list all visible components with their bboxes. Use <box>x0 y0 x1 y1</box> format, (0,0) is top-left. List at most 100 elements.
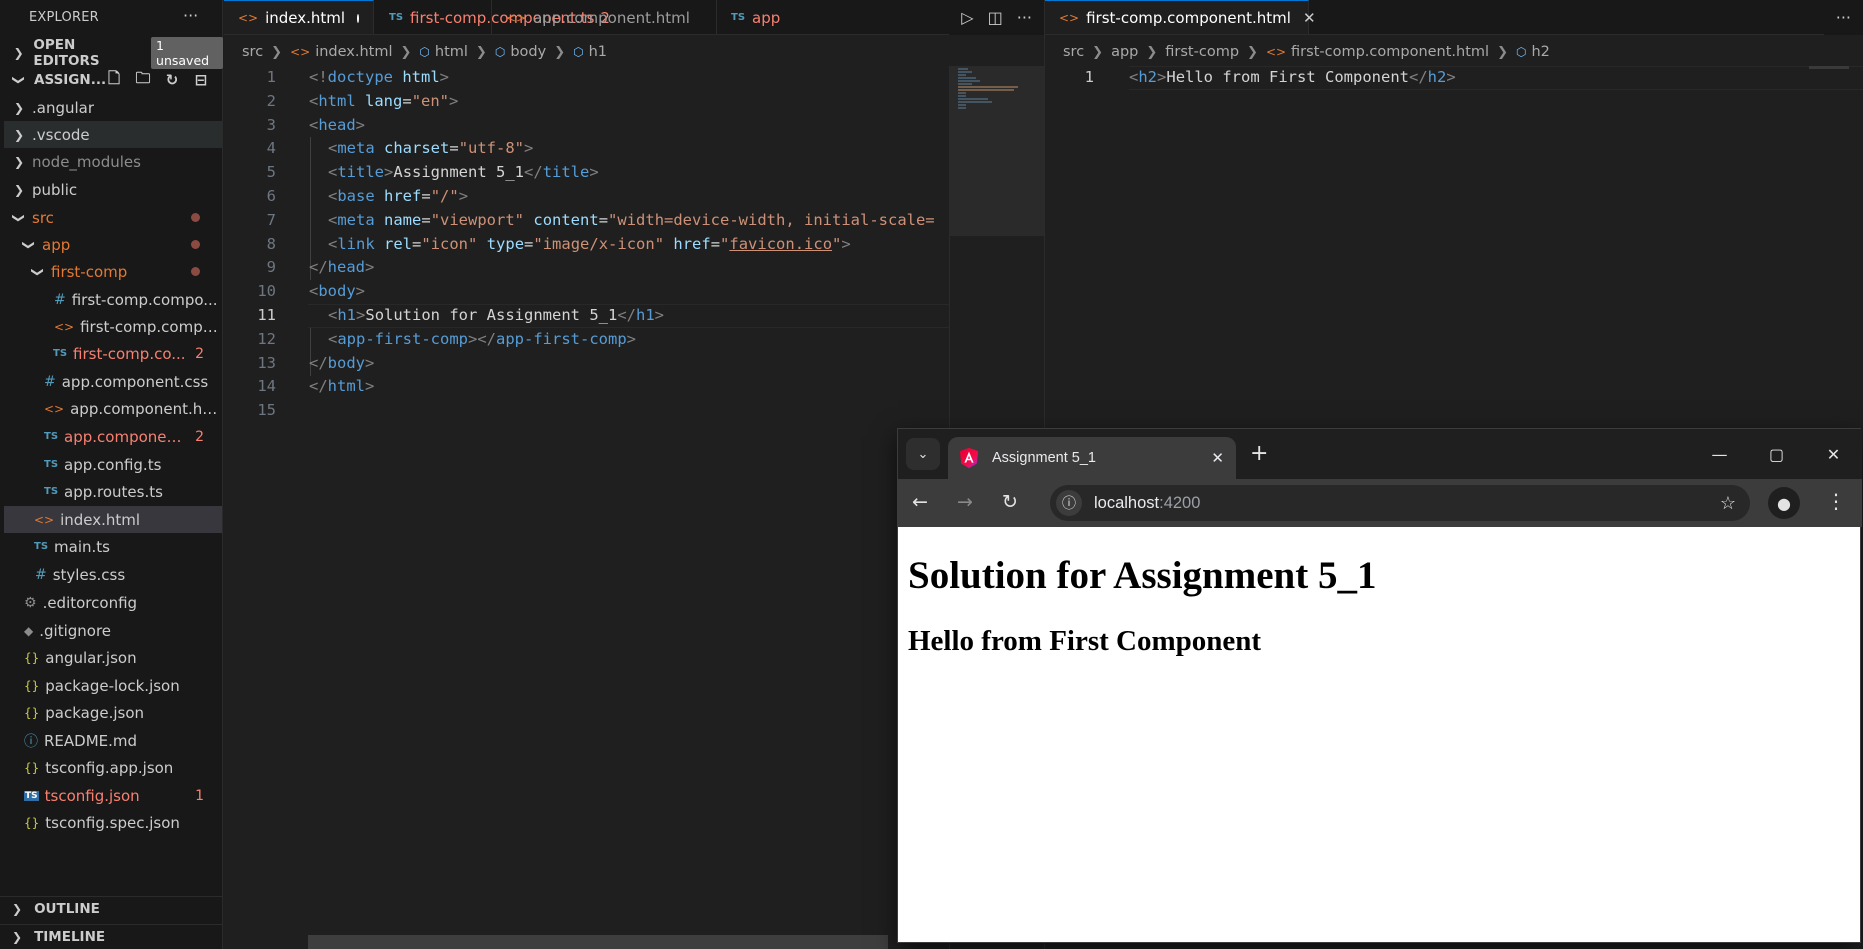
more-actions-icon[interactable]: ··· <box>183 6 198 25</box>
code-line: 8 <link rel="icon" type="image/x-icon" hr… <box>224 233 944 257</box>
browser-menu-icon[interactable]: ⋮ <box>1826 489 1846 513</box>
tree-file-editorconfig[interactable]: ⚙ .editorconfig <box>4 589 222 616</box>
tree-file-first-comp-html[interactable]: <> first-comp.compo... <box>4 313 222 340</box>
profile-avatar-icon[interactable]: ● <box>1768 487 1800 519</box>
breadcrumb-item[interactable]: first-comp <box>1165 44 1239 60</box>
breadcrumb: src ❯ app ❯ first-comp ❯ <> first-comp.c… <box>1045 36 1550 68</box>
code-line-current: 11 <h1>Solution for Assignment 5_1</h1> <box>224 303 1144 328</box>
site-info-icon[interactable]: ⓘ <box>1056 490 1082 516</box>
tab-search-button[interactable]: ⌄ <box>906 438 940 470</box>
tree-file-first-comp-ts[interactable]: TS first-comp.co... 2 <box>4 340 222 367</box>
favicon-link[interactable]: favicon.ico <box>729 235 832 253</box>
tree-folder-app[interactable]: ❯ app <box>4 231 222 258</box>
refresh-icon[interactable]: ↻ <box>162 71 182 89</box>
line-number: 9 <box>266 258 276 277</box>
html-brackets-icon: <> <box>290 45 311 59</box>
more-actions-icon[interactable]: ··· <box>1017 8 1032 27</box>
minimap-line <box>958 92 966 94</box>
tree-file-app-routes[interactable]: TS app.routes.ts <box>4 478 222 505</box>
tree-file-styles-css[interactable]: # styles.css <box>4 561 222 588</box>
element-cube-icon: ⬡ <box>573 45 584 59</box>
breadcrumb-item[interactable]: src <box>1063 44 1084 60</box>
code-line: 10 <body> <box>224 280 944 304</box>
element-cube-icon: ⬡ <box>419 45 430 59</box>
new-file-icon[interactable]: 🗋 <box>104 68 124 93</box>
breadcrumb-item[interactable]: h2 <box>1531 44 1549 60</box>
tree-file-gitignore[interactable]: ◆ .gitignore <box>4 617 222 644</box>
tree-file-app-config[interactable]: TS app.config.ts <box>4 451 222 478</box>
tree-folder-node-modules[interactable]: ❯ node_modules <box>4 148 222 175</box>
tree-file-package-json[interactable]: {} package.json <box>4 699 222 726</box>
tree-folder-public[interactable]: ❯ public <box>4 176 222 203</box>
new-folder-icon[interactable]: 🗀 <box>133 68 153 93</box>
code-line: 9 </head> <box>224 256 944 280</box>
back-icon[interactable]: ← <box>912 491 928 513</box>
new-tab-icon[interactable]: + <box>1250 441 1268 466</box>
css-hash-icon: # <box>54 291 66 308</box>
typescript-icon: TS <box>44 431 59 442</box>
chevron-right-icon: ❯ <box>13 100 25 115</box>
reload-icon[interactable]: ↻ <box>1002 491 1018 513</box>
horizontal-scrollbar[interactable] <box>308 935 888 949</box>
tab-app-ts[interactable]: TS app <box>717 0 837 34</box>
tree-label: app.component.css <box>61 372 209 391</box>
address-bar[interactable]: ⓘ localhost:4200 ☆ <box>1050 485 1750 521</box>
project-section[interactable]: ❯ ASSIGN... 🗋 🗀 ↻ ⊟ <box>0 68 223 92</box>
breadcrumb: src ❯ <> index.html ❯ ⬡ html ❯ ⬡ body ❯ … <box>224 36 607 68</box>
outline-label: OUTLINE <box>34 900 100 917</box>
code-editor[interactable]: 1 <!doctype html> 2 <html lang="en"> 3 <hea… <box>224 66 1144 423</box>
tab-app-component-html[interactable]: <> app.component.html <box>492 0 717 34</box>
tree-file-first-comp-css[interactable]: # first-comp.compo... <box>4 286 222 313</box>
outline-section[interactable]: ❯ OUTLINE <box>0 896 223 920</box>
collapse-all-icon[interactable]: ⊟ <box>191 71 211 89</box>
tree-folder-vscode[interactable]: ❯ .vscode <box>4 121 222 148</box>
breadcrumb-item[interactable]: src <box>242 44 263 60</box>
tree-folder-angular[interactable]: ❯ .angular <box>4 94 222 121</box>
tree-file-index-html[interactable]: <> index.html <box>4 506 222 533</box>
tree-file-app-css[interactable]: # app.component.css <box>4 368 222 395</box>
tree-folder-src[interactable]: ❯ src <box>4 204 222 231</box>
breadcrumb-item[interactable]: app <box>1111 44 1138 60</box>
tree-file-tsconfig-spec[interactable]: {} tsconfig.spec.json <box>4 809 222 836</box>
tab-first-comp-ts[interactable]: TS first-comp.component.ts 2 <box>224 0 610 34</box>
run-icon[interactable]: ▷ <box>961 8 973 27</box>
tree-file-readme[interactable]: ⓘ README.md <box>4 727 222 754</box>
tree-label: tsconfig.spec.json <box>45 813 180 832</box>
tree-label: node_modules <box>32 152 141 171</box>
code-editor[interactable]: 1 <h2>Hello from First Component</h2> <box>1045 66 1863 90</box>
forward-icon[interactable]: → <box>957 491 973 513</box>
breadcrumb-item[interactable]: h1 <box>589 44 607 60</box>
browser-tab[interactable]: Assignment 5_1 ✕ <box>948 437 1236 479</box>
tree-label: public <box>32 180 78 199</box>
breadcrumb-item[interactable]: index.html <box>315 44 392 60</box>
tree-file-main-ts[interactable]: TS main.ts <box>4 533 222 560</box>
line-number: 6 <box>266 186 276 205</box>
tree-file-app-html[interactable]: <> app.component.html <box>4 395 222 422</box>
split-editor-icon[interactable]: ◫ <box>988 8 1003 27</box>
more-actions-icon[interactable]: ··· <box>1836 8 1851 27</box>
tree-file-app-ts[interactable]: TS app.componen... 2 <box>4 423 222 450</box>
minimap[interactable] <box>1809 66 1849 69</box>
line-number: 14 <box>257 377 276 396</box>
tree-file-tsconfig-app[interactable]: {} tsconfig.app.json <box>4 754 222 781</box>
breadcrumb-item[interactable]: first-comp.component.html <box>1291 44 1489 60</box>
html-brackets-icon: <> <box>54 319 75 334</box>
open-editors-section[interactable]: ❯ OPEN EDITORS 1 unsaved <box>0 37 224 69</box>
tree-folder-first-comp[interactable]: ❯ first-comp <box>4 258 222 285</box>
tree-file-tsconfig[interactable]: TS tsconfig.json 1 <box>4 782 222 809</box>
maximize-icon[interactable]: ▢ <box>1748 429 1805 479</box>
tree-file-package-lock[interactable]: {} package-lock.json <box>4 672 222 699</box>
minimize-icon[interactable]: — <box>1691 429 1748 479</box>
breadcrumb-item[interactable]: body <box>510 44 546 60</box>
timeline-section[interactable]: ❯ TIMELINE <box>0 924 223 948</box>
tab-first-comp-html[interactable]: <> first-comp.component.html ✕ <box>1045 0 1316 34</box>
chevron-right-icon: ❯ <box>13 46 24 60</box>
close-window-icon[interactable]: ✕ <box>1805 429 1862 479</box>
bookmark-star-icon[interactable]: ☆ <box>1720 493 1736 514</box>
close-icon[interactable]: ✕ <box>1211 449 1224 467</box>
tree-file-angular-json[interactable]: {} angular.json <box>4 644 222 671</box>
breadcrumb-item[interactable]: html <box>435 44 468 60</box>
close-icon[interactable]: ✕ <box>1303 9 1316 27</box>
tree-label: index.html <box>60 510 141 529</box>
modified-dot <box>191 267 200 276</box>
